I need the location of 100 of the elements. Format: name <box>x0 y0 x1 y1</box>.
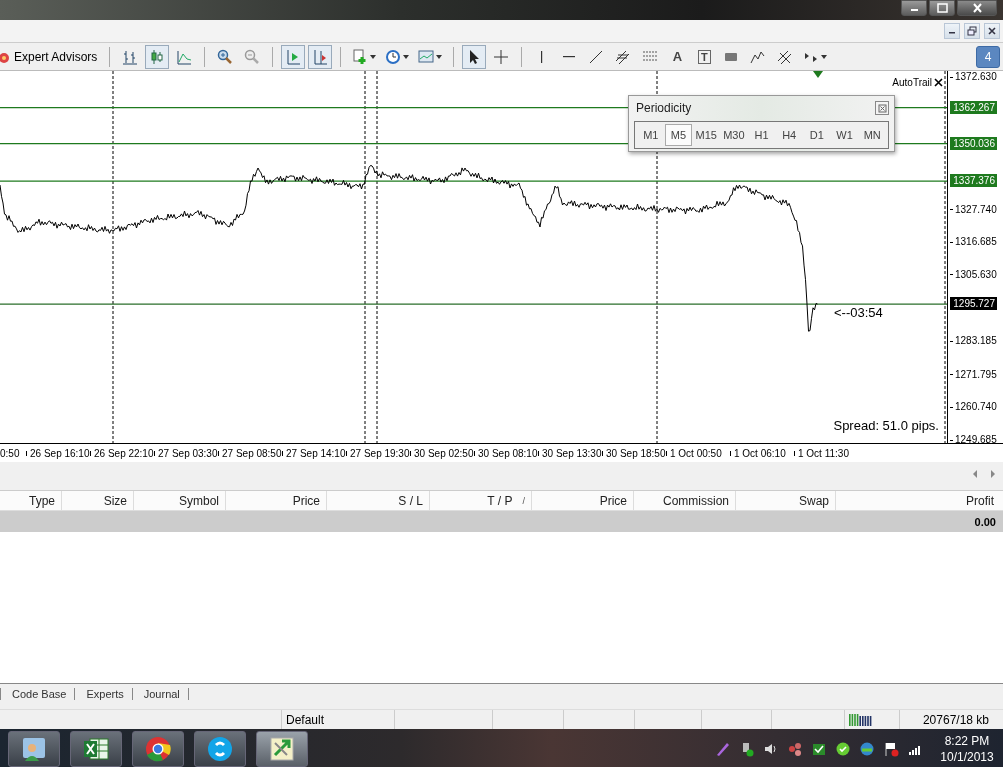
candlestick-icon <box>149 48 166 65</box>
template-icon <box>418 48 435 65</box>
total-profit: 0.00 <box>974 515 996 528</box>
period-button[interactable]: M15 <box>692 124 720 146</box>
cursor-button[interactable] <box>462 44 487 69</box>
spread-label: Spread: 51.0 pips. <box>833 418 939 433</box>
messenger-app-button[interactable] <box>194 730 246 767</box>
minimize-button[interactable] <box>901 0 927 16</box>
period-button[interactable]: M5 <box>664 124 693 146</box>
network-icon[interactable] <box>787 740 803 757</box>
time-label: 27 Sep 14:10 <box>286 447 346 459</box>
chart-shift-icon <box>285 48 302 65</box>
users-app-button[interactable] <box>8 730 60 767</box>
time-label: 27 Sep 19:30 <box>350 447 410 459</box>
column-header[interactable]: S / L <box>327 491 430 510</box>
clock-date: 10/1/2013 <box>939 748 995 765</box>
caret-icon <box>370 54 377 59</box>
time-label: 27 Sep 03:30 <box>158 447 218 459</box>
price-level-label: 1295.727 <box>950 297 997 311</box>
close-button[interactable] <box>875 101 889 115</box>
time-label: 0:50 <box>0 447 20 459</box>
vertical-line-icon <box>541 50 544 63</box>
column-header[interactable]: Symbol <box>134 491 226 510</box>
caret-icon <box>821 54 828 59</box>
crosshair-icon <box>493 48 510 65</box>
clock[interactable]: 8:22 PM 10/1/2013 <box>931 732 1003 765</box>
time-label: 30 Sep 08:10 <box>478 447 538 459</box>
candlestick-button[interactable] <box>145 44 170 69</box>
maximize-button[interactable] <box>929 0 955 16</box>
memory-usage: 20767/18 kb <box>922 712 989 727</box>
alerts-badge[interactable]: 4 <box>976 45 1000 68</box>
channel-icon <box>615 48 632 65</box>
price-level-label: 1350.036 <box>950 136 997 150</box>
spreadsheet-app-button[interactable] <box>70 730 122 767</box>
chart-arrows-icon <box>268 734 296 763</box>
text-label-button[interactable]: T <box>692 44 717 69</box>
period-button[interactable]: M1 <box>637 124 665 146</box>
terminal-tab[interactable]: Experts <box>74 687 132 700</box>
profile-name: Default <box>286 712 325 727</box>
close-icon[interactable] <box>934 78 943 87</box>
maximize-icon[interactable] <box>936 3 948 13</box>
line-chart-icon <box>176 48 193 65</box>
trendline-icon <box>588 48 605 65</box>
price-level-label: 1362.267 <box>950 100 997 114</box>
connection-bars-icon <box>849 712 873 727</box>
time-label: 30 Sep 18:50 <box>606 447 666 459</box>
sort-mark: / <box>522 495 525 506</box>
zoom-out-icon <box>244 48 261 65</box>
column-header[interactable]: Price <box>226 491 327 510</box>
caret-icon <box>403 54 410 59</box>
panel-title: Periodicity <box>636 101 692 115</box>
column-header[interactable]: Type <box>0 491 62 510</box>
time-label: 1 Oct 06:10 <box>734 447 786 459</box>
column-header[interactable]: Profit <box>836 491 1003 510</box>
period-button[interactable]: W1 <box>830 124 859 146</box>
period-button[interactable]: MN <box>858 124 887 146</box>
caret-icon <box>436 54 443 59</box>
time-label: 1 Oct 00:50 <box>670 447 722 459</box>
clock-time: 8:22 PM <box>943 732 991 749</box>
autotrail-label: AutoTrail <box>892 77 932 88</box>
countdown-label: <--03:54 <box>834 305 883 320</box>
time-label: 26 Sep 16:10 <box>30 447 90 459</box>
trading-app-button[interactable] <box>256 730 308 767</box>
column-header[interactable]: T / P <box>487 493 513 508</box>
price-level-label: 1337.376 <box>950 174 997 188</box>
auto-scroll-button[interactable] <box>308 44 333 69</box>
expert-advisors-button[interactable]: Expert Advisors <box>0 44 102 69</box>
period-button[interactable]: H4 <box>775 124 804 146</box>
auto-scroll-icon <box>312 48 329 65</box>
terminal-tab[interactable]: Journal <box>131 687 189 700</box>
period-button[interactable]: H1 <box>747 124 776 146</box>
horizontal-line-icon <box>563 55 576 58</box>
close-icon <box>877 103 887 113</box>
time-label: 30 Sep 02:50 <box>414 447 474 459</box>
text-tool-button[interactable]: A <box>665 44 690 69</box>
period-button[interactable]: D1 <box>803 124 831 146</box>
time-label: 27 Sep 08:50 <box>222 447 282 459</box>
browser-app-button[interactable] <box>132 730 184 767</box>
column-header[interactable]: Swap <box>736 491 836 510</box>
time-label: 30 Sep 13:30 <box>542 447 602 459</box>
browser-icon <box>144 734 172 763</box>
terminal-tab[interactable]: Code Base <box>0 687 75 700</box>
scroll-right-icon[interactable] <box>989 468 997 479</box>
column-header[interactable]: Commission <box>634 491 736 510</box>
time-label: 1 Oct 11:30 <box>798 447 849 459</box>
pen-icon[interactable] <box>715 740 731 757</box>
chart-shift-button[interactable] <box>281 44 306 69</box>
flag-icon[interactable] <box>883 740 899 757</box>
column-header[interactable]: Size <box>62 491 134 510</box>
time-label: 26 Sep 22:10 <box>94 447 154 459</box>
column-header[interactable]: Price <box>532 491 634 510</box>
scroll-left-icon[interactable] <box>971 468 979 479</box>
period-button[interactable]: M30 <box>720 124 748 146</box>
grid-lines-icon <box>777 48 794 65</box>
check-icon[interactable] <box>835 740 851 757</box>
new-order-icon <box>352 48 369 65</box>
zoom-in-icon <box>217 48 234 65</box>
clock-icon <box>385 48 402 65</box>
bar-chart-icon <box>122 48 139 65</box>
close-button[interactable] <box>957 0 997 16</box>
